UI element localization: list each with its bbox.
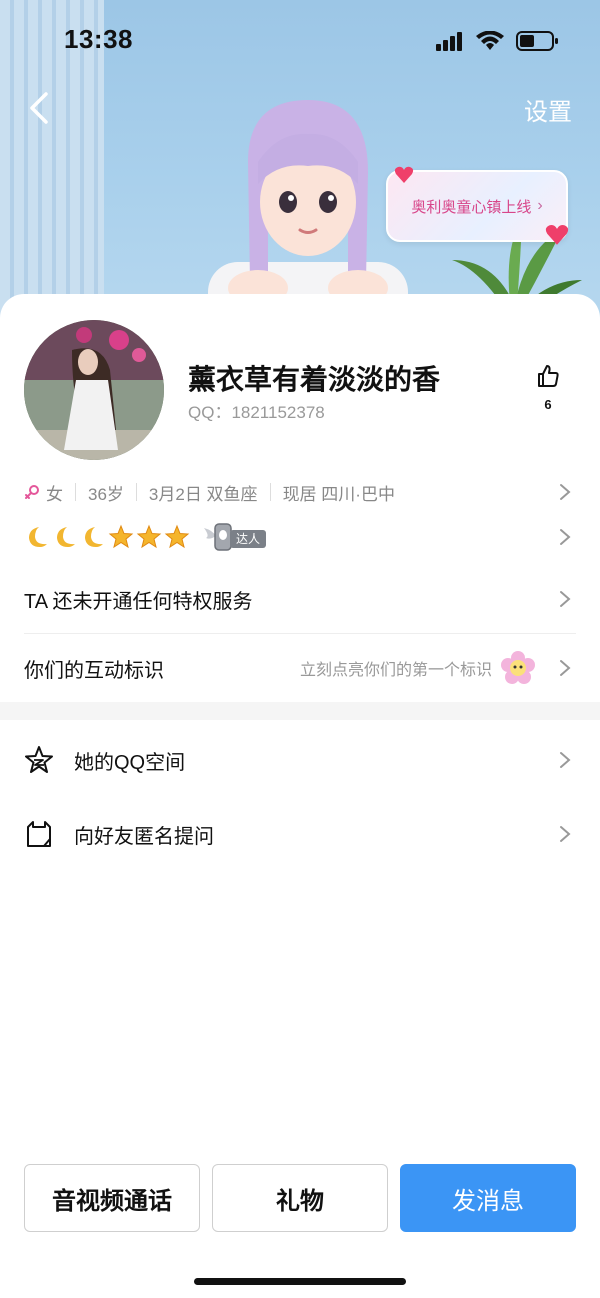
divider <box>24 633 576 634</box>
user-avatar[interactable] <box>24 320 164 460</box>
expert-badge-label: 达人 <box>230 530 267 548</box>
home-indicator[interactable] <box>194 1278 406 1285</box>
promo-chevron-icon: › <box>537 197 543 214</box>
interaction-label: 你们的互动标识 <box>24 659 164 682</box>
separator <box>75 483 76 501</box>
chevron-right-icon <box>560 826 571 842</box>
chevron-right-icon <box>560 660 571 676</box>
profile-cover[interactable]: 13:38 设置 奥利奥童心镇上线 › <box>0 0 600 330</box>
chevron-right-icon <box>560 752 571 768</box>
moon-icon <box>85 527 103 547</box>
privilege-row[interactable]: TA 还未开通任何特权服务 <box>24 582 576 616</box>
qzone-star-icon <box>25 746 53 773</box>
chevron-right-icon <box>560 484 571 500</box>
nickname: 薰衣草有着淡淡的香 <box>188 364 441 395</box>
moon-icon <box>57 527 75 547</box>
like-button[interactable]: 6 <box>536 364 560 412</box>
interaction-hint: 立刻点亮你们的第一个标识 <box>299 662 492 679</box>
bottom-action-bar: 音视频通话 礼物 发消息 <box>24 1164 576 1232</box>
qq-number: QQ：1821152378 <box>188 403 325 422</box>
star-icon <box>164 524 190 549</box>
interaction-hint-group: 立刻点亮你们的第一个标识 <box>300 650 536 686</box>
chevron-right-icon <box>560 529 571 545</box>
flower-mascot-icon <box>501 651 535 684</box>
profile-card: 薰衣草有着淡淡的香 QQ：1821152378 6 女 36岁 3月2日 双鱼座… <box>0 294 600 1298</box>
interaction-mark-row[interactable]: 你们的互动标识 立刻点亮你们的第一个标识 <box>24 648 576 688</box>
settings-button[interactable]: 设置 <box>524 92 572 127</box>
moon-icon <box>29 527 47 547</box>
cellular-signal-icon <box>436 32 462 51</box>
separator <box>269 483 271 501</box>
list-item-label: 向好友匿名提问 <box>74 825 214 848</box>
list-item-label: 她的QQ空间 <box>74 751 186 774</box>
separator <box>135 483 137 501</box>
heart-icon <box>394 166 414 183</box>
like-count: 6 <box>544 397 552 412</box>
expert-badge[interactable]: 达人 <box>202 520 276 554</box>
promo-bubble-text: 奥利奥童心镇上线 <box>411 198 532 216</box>
star-icon <box>108 524 134 549</box>
star-icon <box>136 524 162 549</box>
heart-icon <box>545 224 569 245</box>
birthday-zodiac-text: 3月2日 双鱼座 <box>148 484 258 504</box>
anonymous-question-icon <box>27 821 51 847</box>
qq-level-row[interactable]: 达人 <box>24 520 576 554</box>
thumbs-up-icon <box>538 365 559 387</box>
battery-icon <box>516 31 558 51</box>
wifi-icon <box>476 31 504 50</box>
list-item-qzone[interactable]: 她的QQ空间 <box>24 740 576 780</box>
gift-button[interactable]: 礼物 <box>212 1164 388 1232</box>
gender-text: 女 <box>46 484 63 504</box>
back-arrow-icon[interactable] <box>22 88 58 128</box>
send-message-button[interactable]: 发消息 <box>400 1164 576 1232</box>
chevron-right-icon <box>560 591 571 607</box>
status-bar: 13:38 <box>0 0 600 80</box>
location-text: 现居 四川·巴中 <box>282 484 395 504</box>
female-icon <box>25 485 39 499</box>
av-call-button[interactable]: 音视频通话 <box>24 1164 200 1232</box>
profile-info-row[interactable]: 女 36岁 3月2日 双鱼座 现居 四川·巴中 <box>24 478 576 506</box>
age-text: 36岁 <box>88 484 124 504</box>
status-time: 13:38 <box>64 24 133 54</box>
list-item-anonymous-question[interactable]: 向好友匿名提问 <box>24 814 576 854</box>
privilege-text: TA 还未开通任何特权服务 <box>24 590 253 613</box>
section-gap <box>0 702 600 720</box>
